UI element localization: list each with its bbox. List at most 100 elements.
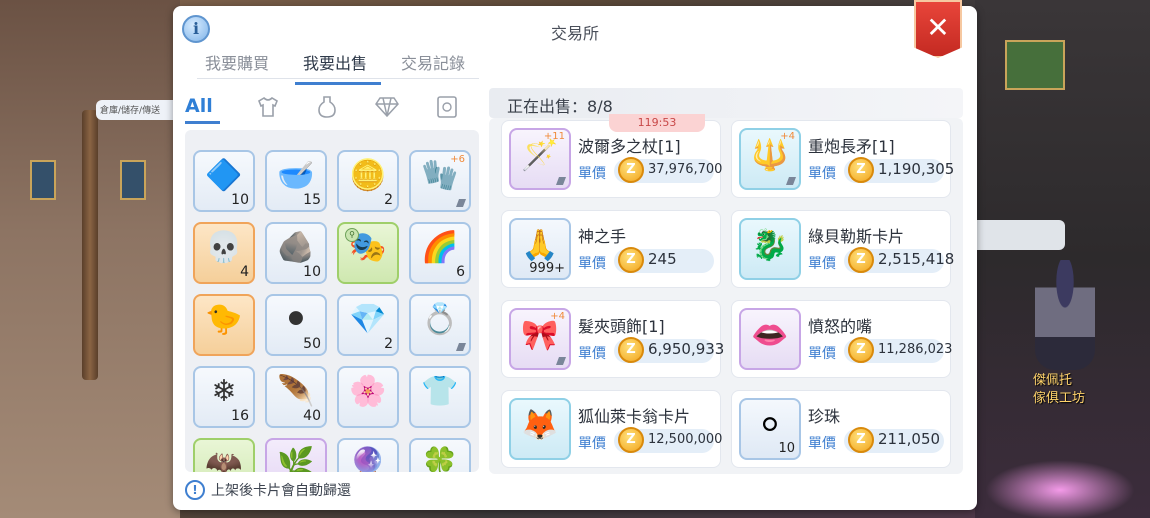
listing-card[interactable]: 🙏 999+ 神之手 單價 Z 245 <box>501 210 721 288</box>
listing-name: 珍珠 <box>808 407 841 426</box>
listing-card[interactable]: 🦊 狐仙萊卡翁卡片 單價 Z 12,500,000 <box>501 390 723 468</box>
blue-crystal-icon: 🔷 <box>205 158 243 193</box>
inventory-grid: 🔷 10 🥣 15 🪙 2 🧤 +6 💀 4 🪨 10 🎭 ⚲ 🌈 6 🐤 ⚫ 50 💎 2 💍 ❄ 16 🪶 40 🌸 👕 🦇 🌿 🔮 🍀 <box>185 130 479 472</box>
listing-name: 重炮長矛[1] <box>808 137 895 156</box>
equip-flag-icon <box>556 177 566 185</box>
inventory-slot[interactable]: 🌸 <box>337 366 399 428</box>
footer-note-text: 上架後卡片會自動歸還 <box>211 483 351 499</box>
lock-icon: ⚲ <box>345 228 359 242</box>
listing-item-icon: 🎀 +4 <box>509 308 571 370</box>
refine-level: +4 <box>780 131 795 142</box>
gold-ring-icon: 💍 <box>421 302 459 337</box>
tab-history[interactable]: 交易記錄 <box>393 46 479 85</box>
feather-icon: 🪶 <box>277 374 315 409</box>
unit-price-label: 單價 <box>578 346 606 362</box>
listing-timer: 119:53 <box>609 114 705 132</box>
listing-item-icon: 🔱 +4 <box>739 128 801 190</box>
item-glyph-icon: ⚪ <box>757 408 783 443</box>
shirt-icon[interactable] <box>238 90 298 124</box>
listing-item-icon: 🪄 +11 <box>509 128 571 190</box>
inventory-slot[interactable]: ⚫ 50 <box>265 294 327 356</box>
inventory-slot[interactable]: 🌈 6 <box>409 222 471 284</box>
item-glyph-icon: 🎀 <box>521 318 559 353</box>
close-button[interactable]: ✕ <box>914 0 962 58</box>
rainbow-gem-icon: 🌈 <box>421 230 459 265</box>
zeny-coin-icon: Z <box>618 157 644 183</box>
unit-price-label: 單價 <box>578 256 606 272</box>
equip-flag-icon <box>456 199 466 207</box>
inventory-slot[interactable]: 🍀 <box>409 438 471 472</box>
tab-buy[interactable]: 我要購買 <box>197 46 283 85</box>
item-quantity: 15 <box>303 192 321 208</box>
inventory-slot[interactable]: 🪨 10 <box>265 222 327 284</box>
banner <box>120 160 146 200</box>
inventory-slot[interactable]: 🔮 <box>337 438 399 472</box>
category-all[interactable]: All <box>185 90 220 124</box>
inventory-slot[interactable]: 💎 2 <box>337 294 399 356</box>
tab-sell[interactable]: 我要出售 <box>295 46 382 85</box>
refine-level: +6 <box>450 154 465 165</box>
inventory-slot[interactable]: 💀 4 <box>193 222 255 284</box>
inventory-slot[interactable]: 🪙 2 <box>337 150 399 212</box>
inventory-slot[interactable]: 🎭 ⚲ <box>337 222 399 284</box>
item-quantity: 6 <box>456 264 465 280</box>
inventory-slot[interactable]: 🧤 +6 <box>409 150 471 212</box>
listing-card[interactable]: 🎀 +4 髮夾頭飾[1] 單價 Z 6,950,933 <box>501 300 724 378</box>
scene-right: 傑佩托 傑佩托 傢俱工坊 <box>865 0 1150 518</box>
inventory-slot[interactable]: 👕 <box>409 366 471 428</box>
listing-name: 髮夾頭飾[1] <box>578 317 665 336</box>
item-quantity: 2 <box>384 336 393 352</box>
inventory-slot[interactable]: 🦇 <box>193 438 255 472</box>
item-quantity: 999+ <box>529 261 565 276</box>
npc-character[interactable] <box>1035 260 1095 370</box>
golden-coins-icon: 🪙 <box>349 158 387 193</box>
unit-price-label: 單價 <box>808 256 836 272</box>
item-glyph-icon: 🔱 <box>751 138 789 173</box>
selling-label: 正在出售： <box>507 97 588 116</box>
listing-card[interactable]: 🔱 +4 重炮長矛[1] 單價 Z 1,190,305 <box>731 120 954 198</box>
listing-card[interactable]: 👄 憤怒的嘴 單價 Z 11,286,023 <box>731 300 953 378</box>
inventory-slot[interactable]: 🐤 <box>193 294 255 356</box>
inventory-slot[interactable]: 💍 <box>409 294 471 356</box>
listing-card[interactable]: 🐉 綠貝勒斯卡片 單價 Z 2,515,418 <box>731 210 954 288</box>
listing-item-icon: 🙏 999+ <box>509 218 571 280</box>
card-icon[interactable] <box>417 90 477 124</box>
potion-icon[interactable] <box>298 90 358 124</box>
listing-name: 波爾多之杖[1] <box>578 137 681 156</box>
listing-name: 綠貝勒斯卡片 <box>808 227 905 246</box>
listing-card[interactable]: ⚪ 10 珍珠 單價 Z 211,050 <box>731 390 951 468</box>
zeny-coin-icon: Z <box>618 427 644 453</box>
item-quantity: 4 <box>240 264 249 280</box>
listing-panel: 🪄 +11 波爾多之杖[1] 單價 Z 37,976,700 🔱 +4 重炮長矛[1] 單價 Z 1,… <box>489 118 963 474</box>
listing-price: 11,286,023 <box>878 342 953 357</box>
window-title: 交易所 <box>550 24 599 43</box>
inventory-slot[interactable]: 🪶 40 <box>265 366 327 428</box>
listing-price: 12,500,000 <box>648 432 723 447</box>
inventory-slot[interactable]: 🔷 10 <box>193 150 255 212</box>
npc-name-line1: 傑佩托 <box>1033 373 1073 388</box>
listing-price: 37,976,700 <box>648 162 723 177</box>
dark-ore-icon: 🪨 <box>277 230 315 265</box>
alert-icon: ! <box>185 480 205 500</box>
inventory-slot[interactable]: 🥣 15 <box>265 150 327 212</box>
listing-item-icon: 🦊 <box>509 398 571 460</box>
item-glyph-icon: 🙏 <box>521 228 559 263</box>
listing-name: 神之手 <box>578 227 627 246</box>
item-glyph-icon: 🪄 <box>521 138 559 173</box>
gem-icon[interactable] <box>357 90 417 124</box>
item-quantity: 10 <box>231 192 249 208</box>
listing-price: 211,050 <box>878 430 941 448</box>
purple-crystal-icon: 💎 <box>349 302 387 337</box>
footer-note: ! 上架後卡片會自動歸還 <box>185 480 351 500</box>
twig-icon: 🌿 <box>277 446 315 472</box>
clover-icon: 🍀 <box>421 446 459 472</box>
zeny-coin-icon: Z <box>848 157 874 183</box>
item-quantity: 10 <box>303 264 321 280</box>
tab-bar: 我要購買 我要出售 交易記錄 <box>197 46 491 85</box>
inventory-slot[interactable]: ❄ 16 <box>193 366 255 428</box>
inventory-slot[interactable]: 🌿 <box>265 438 327 472</box>
selling-header: 正在出售：8/8 <box>489 88 963 118</box>
unit-price-label: 單價 <box>808 436 836 452</box>
listing-name: 狐仙萊卡翁卡片 <box>578 407 691 426</box>
scene-sign: 倉庫/儲存/傳送 <box>96 100 182 120</box>
